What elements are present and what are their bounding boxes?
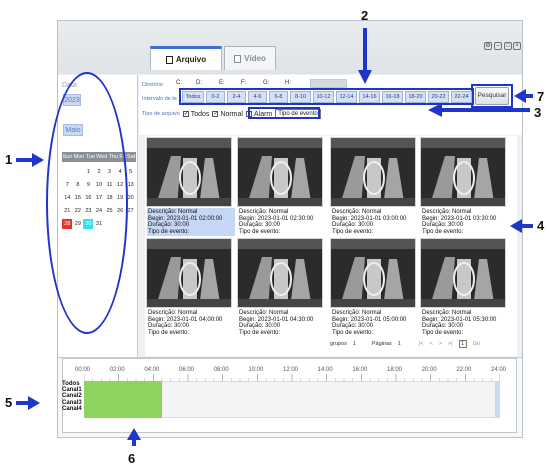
drive-5[interactable]: H:	[285, 80, 291, 86]
callout-arrows	[16, 28, 533, 446]
hour-button-7[interactable]: 12-14	[336, 91, 357, 103]
hour-button-12[interactable]: 22-24	[451, 91, 472, 103]
drive-1[interactable]: D:	[196, 80, 202, 86]
hour-button-3[interactable]: 4-6	[248, 91, 267, 103]
hour-button-5[interactable]: 8-10	[290, 91, 311, 103]
hour-button-11[interactable]: 20-22	[428, 91, 449, 103]
callout-1: 1	[5, 152, 13, 167]
hour-button-8[interactable]: 14-16	[359, 91, 380, 103]
callout-2: 2	[361, 8, 369, 23]
hour-button-1[interactable]: 0-2	[206, 91, 225, 103]
drive-0[interactable]: C:	[176, 80, 182, 86]
hour-button-2[interactable]: 2-4	[227, 91, 246, 103]
callout-6: 6	[128, 451, 136, 466]
callout-4: 4	[537, 218, 545, 233]
hour-button-4[interactable]: 6-8	[269, 91, 288, 103]
drive-4[interactable]: G:	[263, 80, 269, 86]
drive-3[interactable]: F:	[241, 80, 246, 86]
hour-button-0[interactable]: Todos	[182, 91, 204, 103]
hour-button-6[interactable]: 10-12	[313, 91, 334, 103]
drive-2[interactable]: E:	[219, 80, 225, 86]
hour-button-9[interactable]: 16-18	[382, 91, 403, 103]
callout-3: 3	[534, 105, 542, 120]
callout-5: 5	[5, 395, 13, 410]
callout-7: 7	[537, 89, 545, 104]
hour-button-10[interactable]: 18-20	[405, 91, 426, 103]
